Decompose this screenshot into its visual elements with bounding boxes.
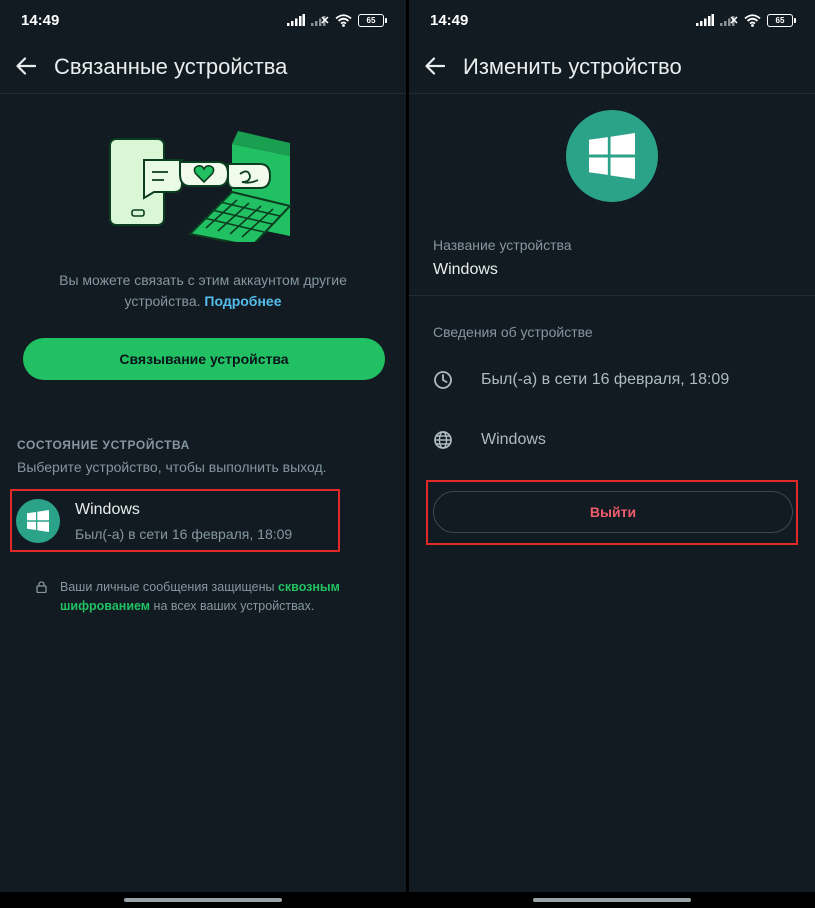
page-title: Связанные устройства	[54, 54, 288, 79]
encryption-notice: Ваши личные сообщения защищены сквозным …	[36, 578, 376, 616]
logout-button[interactable]: Выйти	[433, 491, 793, 533]
windows-logo-icon	[27, 510, 49, 532]
back-arrow-icon	[425, 57, 445, 75]
page-title: Изменить устройство	[463, 54, 682, 79]
edit-device-screen: 14:49 65 Изменить устройство Название ус…	[409, 0, 815, 908]
signal-icon	[696, 14, 714, 26]
link-device-button[interactable]: Связывание устройства	[23, 338, 385, 380]
platform-text: Windows	[481, 431, 546, 448]
home-indicator[interactable]	[124, 898, 282, 902]
intro-message: Вы можете связать с этим аккаунтом други…	[59, 272, 347, 309]
section-divider	[409, 295, 815, 296]
device-status-header: СОСТОЯНИЕ УСТРОЙСТВА	[17, 438, 190, 452]
globe-icon	[434, 431, 452, 449]
battery-icon: 65	[358, 13, 387, 27]
device-details-label: Сведения об устройстве	[433, 324, 593, 340]
platform-row: Windows	[433, 420, 791, 460]
linked-devices-illustration	[109, 131, 292, 242]
device-avatar	[16, 499, 60, 543]
status-icons: 65	[287, 12, 387, 28]
back-arrow-icon	[16, 57, 36, 75]
device-avatar-large	[566, 110, 658, 202]
linked-devices-screen: 14:49 65 Связанные устройства Вы можете …	[0, 0, 406, 908]
learn-more-link[interactable]: Подробнее	[204, 293, 281, 309]
back-button[interactable]	[12, 52, 40, 80]
device-list-item[interactable]: Windows Был(-а) в сети 16 февраля, 18:09	[10, 489, 340, 552]
intro-text: Вы можете связать с этим аккаунтом други…	[30, 270, 376, 312]
wifi-icon	[335, 13, 352, 27]
battery-icon: 65	[767, 13, 796, 27]
encryption-prefix: Ваши личные сообщения защищены	[60, 580, 275, 594]
wifi-icon	[744, 13, 761, 27]
device-last-seen: Был(-а) в сети 16 февраля, 18:09	[75, 526, 293, 542]
device-status-hint: Выберите устройство, чтобы выполнить вых…	[17, 459, 327, 475]
status-bar: 14:49 65	[0, 0, 406, 40]
device-name-value[interactable]: Windows	[433, 261, 498, 279]
windows-logo-icon	[589, 133, 635, 179]
status-icons: 65	[696, 12, 796, 28]
lock-icon	[36, 581, 47, 593]
app-bar: Изменить устройство	[409, 40, 815, 94]
home-indicator[interactable]	[533, 898, 691, 902]
status-bar: 14:49 65	[409, 0, 815, 40]
status-time: 14:49	[21, 12, 60, 29]
last-seen-text: Был(-а) в сети 16 февраля, 18:09	[481, 371, 730, 388]
back-button[interactable]	[421, 52, 449, 80]
last-seen-row: Был(-а) в сети 16 февраля, 18:09	[433, 360, 791, 400]
device-name: Windows	[75, 501, 140, 518]
logout-highlight: Выйти	[426, 480, 798, 545]
status-time: 14:49	[430, 12, 469, 29]
encryption-suffix: на всех ваших устройствах.	[153, 599, 315, 613]
clock-icon	[434, 371, 452, 389]
app-bar: Связанные устройства	[0, 40, 406, 94]
signal-off-icon	[720, 16, 738, 26]
device-name-label: Название устройства	[433, 237, 572, 253]
signal-icon	[287, 14, 305, 26]
signal-off-icon	[311, 16, 329, 26]
